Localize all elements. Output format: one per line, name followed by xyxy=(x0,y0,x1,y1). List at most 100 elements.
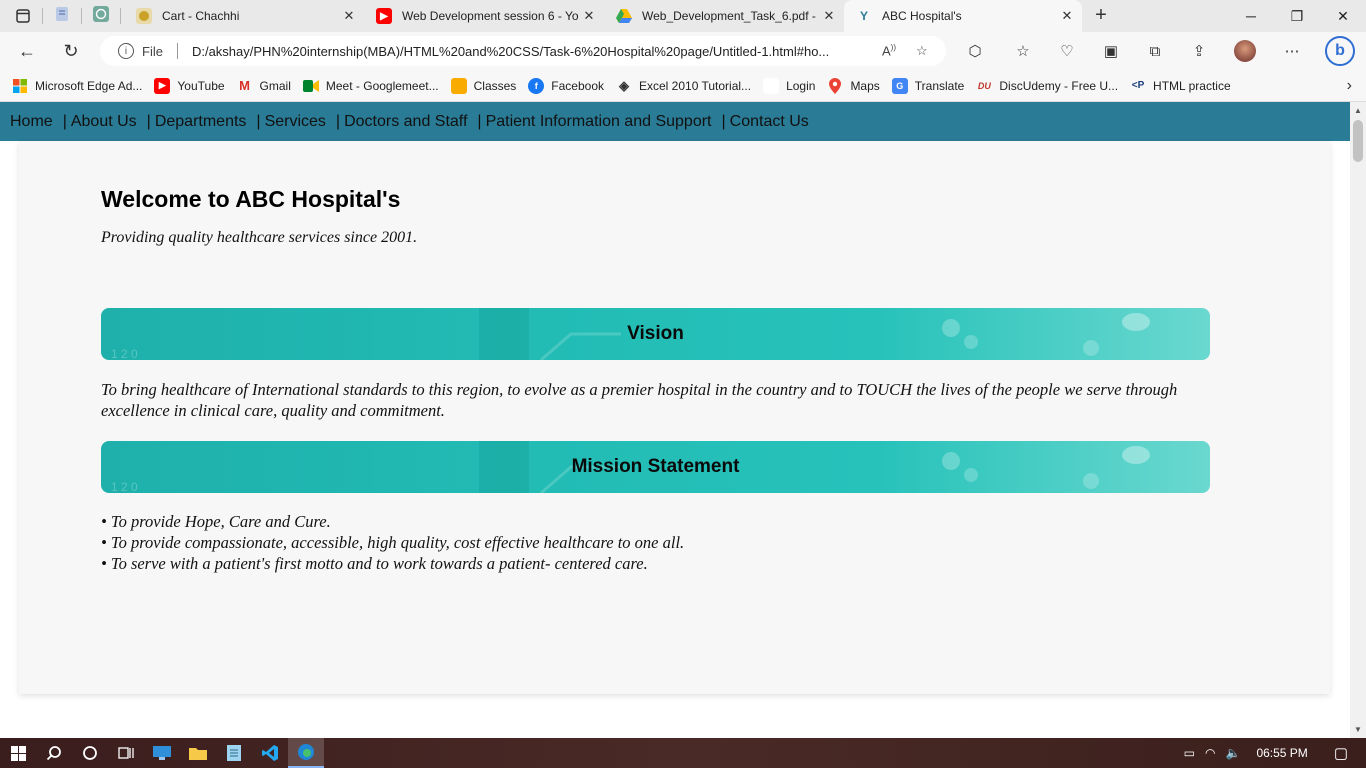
refresh-button[interactable]: ↻ xyxy=(58,38,84,64)
wifi-icon[interactable]: ◠ xyxy=(1205,746,1215,760)
vertical-scrollbar[interactable]: ▲ ▼ xyxy=(1350,102,1366,738)
file-explorer-icon[interactable] xyxy=(180,738,216,768)
vision-text: To bring healthcare of International sta… xyxy=(101,380,1178,420)
page-viewport: Home | About Us | Departments | Services… xyxy=(0,102,1350,738)
bookmark-item[interactable]: f Facebook xyxy=(528,77,604,94)
notifications-icon[interactable]: ▢ xyxy=(1334,744,1348,762)
info-icon[interactable]: i xyxy=(118,43,134,59)
refresh-icon: ↻ xyxy=(63,40,79,61)
bookmark-item[interactable]: Login xyxy=(763,77,815,94)
nav-about-us[interactable]: About Us xyxy=(71,113,137,131)
gmail-icon: M xyxy=(239,78,250,93)
browser-tab[interactable]: Cart - Chachhi ✕ xyxy=(124,0,364,32)
nav-contact-us[interactable]: Contact Us xyxy=(730,113,809,131)
web-capture-icon[interactable]: ⧉ xyxy=(1144,40,1166,62)
list-item: • To provide compassionate, accessible, … xyxy=(101,533,685,552)
notes-icon xyxy=(54,6,70,27)
nav-departments[interactable]: Departments xyxy=(155,113,247,131)
youtube-favicon-icon: ▶ xyxy=(376,8,392,24)
chevron-right-icon[interactable]: › xyxy=(1347,77,1352,95)
bing-chat-icon[interactable]: b xyxy=(1325,36,1355,66)
nav-services[interactable]: Services xyxy=(265,113,326,131)
scroll-up-icon[interactable]: ▲ xyxy=(1354,106,1362,115)
battery-icon[interactable]: ▭ xyxy=(1184,746,1195,760)
edge-taskbar-icon[interactable] xyxy=(288,738,324,768)
bookmark-item[interactable]: G Translate xyxy=(891,77,965,94)
bookmark-item[interactable]: Microsoft Edge Ad... xyxy=(12,78,142,94)
scroll-down-icon[interactable]: ▼ xyxy=(1354,725,1362,734)
google-drive-favicon-icon xyxy=(616,8,632,24)
nav-separator: | xyxy=(721,112,726,130)
share-icon[interactable]: ⇪ xyxy=(1188,40,1210,62)
vision-banner: 1 2 0 Vision xyxy=(101,308,1210,360)
browser-tab[interactable]: ▶ Web Development session 6 - Yo ✕ xyxy=(364,0,604,32)
search-icon[interactable] xyxy=(36,738,72,768)
minimize-button[interactable]: ─ xyxy=(1228,0,1274,32)
cart-favicon-icon xyxy=(136,8,152,24)
translate-icon: G xyxy=(891,77,908,94)
browser-tab-active[interactable]: Y ABC Hospital's ✕ xyxy=(844,0,1082,32)
browser-essentials-icon[interactable]: ♡ xyxy=(1056,40,1078,62)
task-view-icon[interactable] xyxy=(108,738,144,768)
notepad-icon[interactable] xyxy=(216,738,252,768)
desktop-app-icon[interactable] xyxy=(144,738,180,768)
nav-home[interactable]: Home xyxy=(10,113,53,131)
close-window-button[interactable]: ✕ xyxy=(1320,0,1366,32)
read-aloud-icon[interactable]: A)) xyxy=(882,43,896,58)
bookmark-item[interactable]: ◈ Excel 2010 Tutorial... xyxy=(616,78,751,94)
nav-patient-information[interactable]: Patient Information and Support xyxy=(486,113,712,131)
bookmark-item[interactable]: DU DiscUdemy - Free U... xyxy=(976,78,1118,94)
bookmark-item[interactable]: Meet - Googlemeet... xyxy=(302,78,439,94)
bookmark-label: Facebook xyxy=(551,78,604,93)
vscode-icon[interactable] xyxy=(252,738,288,768)
mission-banner: 1 2 0 Mission Statement xyxy=(101,441,1210,493)
tab-title: ABC Hospital's xyxy=(882,9,962,23)
tagline: Providing quality healthcare services si… xyxy=(101,229,418,246)
cortana-icon[interactable] xyxy=(72,738,108,768)
scroll-thumb[interactable] xyxy=(1353,120,1363,162)
tab-actions-icon[interactable] xyxy=(12,5,34,27)
close-tab-icon[interactable]: ✕ xyxy=(580,8,598,24)
bookmark-item[interactable]: ▶ YouTube xyxy=(154,77,225,94)
page-title: Welcome to ABC Hospital's xyxy=(101,186,401,212)
windows-start-icon[interactable] xyxy=(0,738,36,768)
volume-icon[interactable]: 🔈 xyxy=(1225,746,1240,760)
bookmarks-bar: Microsoft Edge Ad... ▶ YouTube M Gmail M… xyxy=(0,70,1366,102)
tab-divider xyxy=(42,8,43,24)
bookmark-item[interactable]: Classes xyxy=(450,77,516,94)
nav-separator: | xyxy=(256,112,261,130)
url-text[interactable]: D:/akshay/PHN%20internship(MBA)/HTML%20a… xyxy=(192,44,872,59)
more-options-icon[interactable]: ⋯ xyxy=(1281,40,1303,62)
new-tab-button[interactable]: + xyxy=(1090,4,1112,26)
close-tab-icon[interactable]: ✕ xyxy=(820,8,838,24)
pinned-tab-notes[interactable] xyxy=(51,5,73,27)
close-tab-icon[interactable]: ✕ xyxy=(340,8,358,24)
address-row: ← ↻ i File D:/akshay/PHN%20internship(MB… xyxy=(0,32,1366,70)
extensions-icon[interactable]: ⬡ xyxy=(964,40,986,62)
bookmark-label: Translate xyxy=(914,78,965,93)
bookmark-label: Gmail xyxy=(259,78,291,93)
maps-icon xyxy=(827,77,843,94)
scheme-label: File xyxy=(142,43,163,59)
bookmark-item[interactable]: <P HTML practice xyxy=(1130,78,1231,94)
profile-avatar[interactable] xyxy=(1234,40,1256,62)
page-icon xyxy=(763,77,780,94)
bookmark-label: HTML practice xyxy=(1153,78,1231,93)
back-button[interactable]: ← xyxy=(14,38,40,64)
address-bar[interactable]: i File D:/akshay/PHN%20internship(MBA)/H… xyxy=(100,36,946,66)
add-favorite-icon[interactable]: ☆ xyxy=(916,43,928,59)
back-arrow-icon: ← xyxy=(18,40,36,61)
nav-separator: | xyxy=(146,112,151,130)
close-tab-icon[interactable]: ✕ xyxy=(1058,8,1076,24)
browser-tab[interactable]: Web_Development_Task_6.pdf - ( ✕ xyxy=(604,0,844,32)
math-solver-icon[interactable]: ▣ xyxy=(1100,40,1122,62)
clock[interactable]: 06:55 PM xyxy=(1256,746,1307,760)
favorites-icon[interactable]: ☆ xyxy=(1012,40,1034,62)
system-tray: ▭ ◠ 🔈 06:55 PM ▢ xyxy=(1184,738,1366,768)
pinned-tab-chatgpt[interactable] xyxy=(90,5,112,27)
bookmark-item[interactable]: Maps xyxy=(827,77,880,94)
nav-doctors-and-staff[interactable]: Doctors and Staff xyxy=(344,113,467,131)
bookmark-item[interactable]: M Gmail xyxy=(237,78,291,94)
restore-button[interactable]: ❐ xyxy=(1274,0,1320,32)
html-practice-icon: <P xyxy=(1131,80,1145,91)
